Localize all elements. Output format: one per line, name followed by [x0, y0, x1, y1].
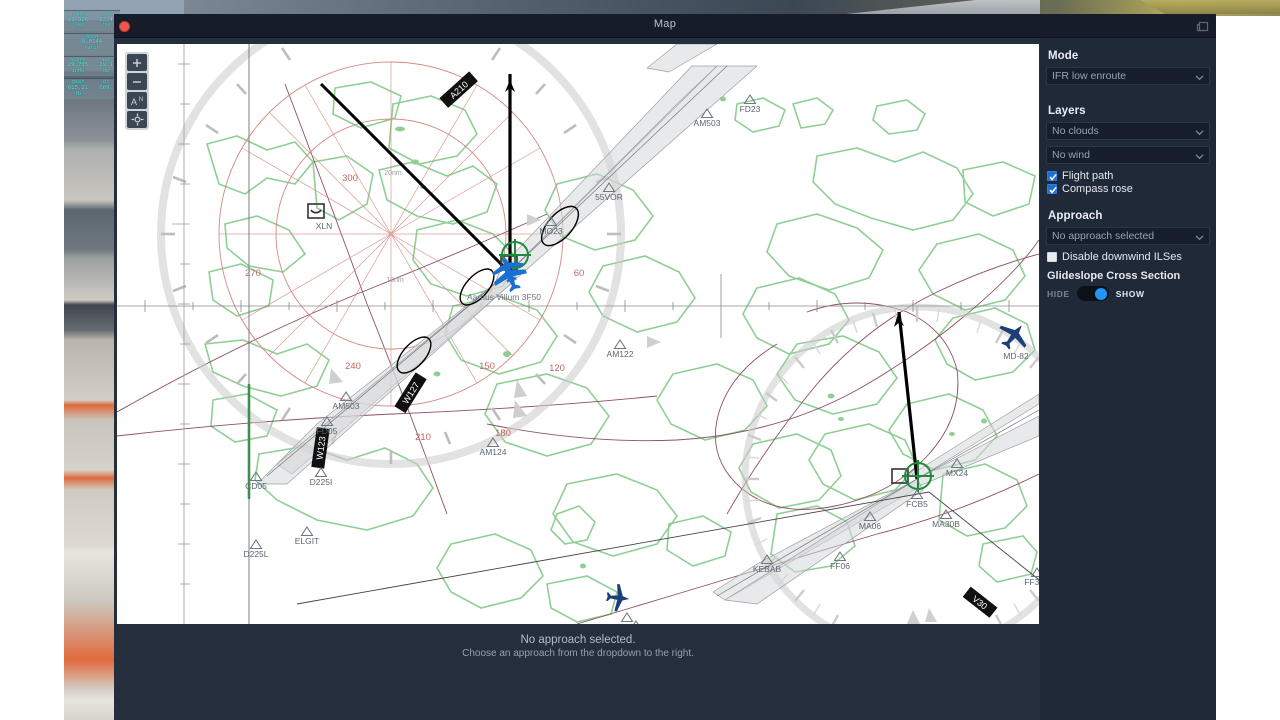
map-canvas[interactable]: 300 270 240 210 180 150 120 60 20nm 10nm [117, 44, 1039, 624]
chevron-down-icon [1195, 235, 1204, 241]
svg-text:60: 60 [574, 268, 585, 279]
waypoint-label: AM122 [607, 349, 634, 359]
toggle-knob [1095, 287, 1108, 300]
svg-text:10nm: 10nm [386, 277, 404, 284]
flight-path-checkbox-row[interactable]: Flight path [1047, 170, 1210, 182]
config-panel: Mode IFR low enroute Layers No clouds No… [1040, 38, 1216, 720]
approach-heading: Approach [1048, 210, 1103, 222]
svg-text:300: 300 [342, 173, 358, 184]
svg-text:240: 240 [345, 361, 361, 372]
toggle-hide-label: HIDE [1047, 288, 1070, 299]
waypoint-label: CD05 [245, 481, 267, 491]
compass-rose-checkbox-row[interactable]: Compass rose [1047, 183, 1210, 195]
hud-cell-unit: inHG [71, 67, 85, 74]
status-secondary: Choose an approach from the dropdown to … [462, 648, 694, 659]
toggle-show-label: SHOW [1115, 288, 1145, 299]
svg-text:210: 210 [415, 432, 431, 443]
svg-text:270: 270 [245, 268, 261, 279]
waypoint-label: AM124 [480, 447, 507, 457]
chevron-down-icon [1195, 130, 1204, 136]
runway-ident-label: Aarhus Villum 3F50 [467, 292, 541, 302]
clouds-select[interactable]: No clouds [1046, 122, 1210, 140]
north-up-button[interactable]: A N [127, 92, 147, 109]
mode-heading: Mode [1048, 50, 1079, 62]
mode-select-value: IFR low enroute [1052, 70, 1127, 82]
waypoint-label: MO23 [539, 226, 562, 236]
compass-rose-checkbox[interactable] [1047, 184, 1057, 194]
map-controls: A N [125, 52, 149, 130]
chevron-down-icon [1195, 75, 1204, 81]
hud-block: SLprs 29.735 inHG SLt 29.1 de [64, 55, 120, 77]
waypoint-label: MA30B [932, 519, 960, 529]
waypoint-label: FF06 [830, 561, 850, 571]
flight-path-checkbox[interactable] [1047, 171, 1057, 181]
svg-text:20nm: 20nm [384, 170, 402, 177]
waypoint-label: FF30B [1024, 577, 1039, 587]
zoom-in-button[interactable] [127, 54, 147, 71]
status-message: No approach selected. Choose an approach… [117, 634, 1039, 659]
status-primary: No approach selected. [520, 634, 636, 646]
waypoint-label: 55VOR [595, 192, 623, 202]
waypoint-label: ELGIT [295, 536, 320, 546]
waypoint-label: KEBAB [753, 564, 782, 574]
clouds-select-value: No clouds [1052, 125, 1099, 137]
zoom-out-button[interactable] [127, 73, 147, 90]
approach-select[interactable]: No approach selected [1046, 227, 1210, 245]
map-window: Map 300 270 240 210 180 150 120 60 20nm … [114, 14, 1216, 720]
wind-select[interactable]: No wind [1046, 146, 1210, 164]
chevron-down-icon [1195, 154, 1204, 160]
glideslope-toggle[interactable] [1076, 286, 1109, 301]
waypoint-label: MA06 [859, 521, 881, 531]
svg-text:150: 150 [479, 361, 495, 372]
flight-path-label: Flight path [1062, 170, 1114, 182]
hud-cell: gear 615.21 lb [64, 80, 92, 97]
waypoint-label: XLN [316, 221, 333, 231]
waypoint-label: MX24 [946, 468, 968, 478]
waypoint-label: FCB5 [906, 499, 928, 509]
maximize-icon[interactable] [1196, 19, 1210, 33]
simulator-tarmac-view [64, 0, 118, 720]
svg-text:N: N [139, 97, 143, 103]
hud-cell-unit: /sec [71, 22, 85, 29]
glideslope-toggle-row[interactable]: HIDE SHOW [1047, 286, 1210, 301]
disable-downwind-checkbox[interactable] [1047, 252, 1057, 262]
hud-block: Mach 0.0144 ratio [64, 32, 120, 54]
svg-text:180: 180 [495, 428, 511, 439]
compass-rose-label: Compass rose [1062, 183, 1133, 195]
hud-cell: Mach 0.0144 ratio [64, 35, 120, 52]
hud-cell-unit: ratio [84, 44, 100, 51]
layers-heading: Layers [1048, 105, 1086, 117]
hud-cell: SLprs 29.735 inHG [64, 58, 92, 75]
hud-cell: f-act 21.926 /sec [64, 12, 92, 29]
center-on-aircraft-button[interactable] [127, 111, 147, 128]
waypoint-label: AM503 [694, 118, 721, 128]
waypoint-label: FD05 [317, 426, 338, 436]
svg-text:120: 120 [549, 363, 565, 374]
waypoint-label: D225I [310, 477, 333, 487]
glideslope-label: Glideslope Cross Section [1047, 270, 1181, 282]
waypoint-label: FD23 [740, 104, 761, 114]
hud-data-overlay: f-act 21.926 /sec f-s 23.4 /se Mach 0.01… [64, 10, 120, 101]
disable-downwind-checkbox-row[interactable]: Disable downwind ILSes [1047, 251, 1210, 263]
window-titlebar[interactable]: Map [114, 14, 1216, 38]
hud-block: f-act 21.926 /sec f-s 23.4 /se [64, 10, 120, 31]
waypoint-label: AM503 [333, 401, 360, 411]
window-title: Map [653, 18, 677, 30]
waypoint-label: D225L [243, 549, 268, 559]
disable-downwind-label: Disable downwind ILSes [1062, 251, 1182, 263]
hud-cell-unit: lb [74, 90, 82, 97]
svg-text:A: A [131, 97, 137, 107]
hud-block: gear 615.21 lb gr 669. [64, 78, 120, 100]
traffic-label: MD-82 [1003, 351, 1029, 361]
wind-select-value: No wind [1052, 149, 1090, 161]
map-chart: 300 270 240 210 180 150 120 60 20nm 10nm [117, 44, 1039, 624]
approach-select-value: No approach selected [1052, 230, 1155, 242]
mode-select[interactable]: IFR low enroute [1046, 67, 1210, 85]
